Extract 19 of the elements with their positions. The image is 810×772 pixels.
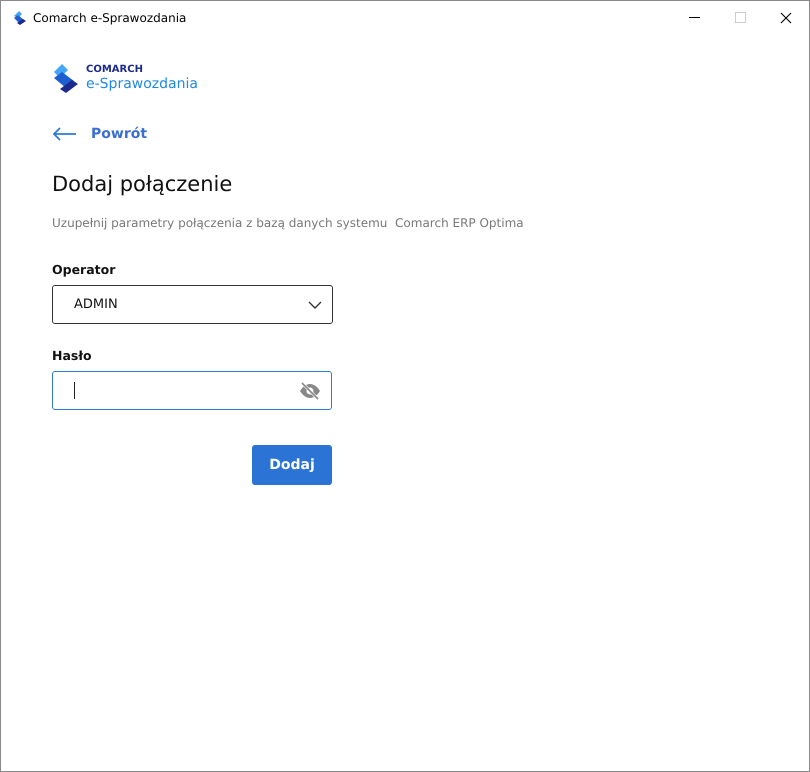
close-icon[interactable] <box>780 12 792 24</box>
dropdown-value: ADMIN <box>74 297 119 312</box>
password-field[interactable] <box>52 371 332 410</box>
chevron-down-icon <box>308 300 322 308</box>
field-label: Operator <box>52 262 116 277</box>
description: Uzupełnij parametry połączenia z bazą danych systemu Comarch ERP Optima <box>52 216 525 230</box>
operator-dropdown[interactable]: ADMIN <box>52 285 333 324</box>
app-logo-icon <box>13 10 26 24</box>
back-link[interactable]: Powrót <box>91 126 148 142</box>
add-button[interactable]: Dodaj <box>252 445 332 485</box>
logo-icon <box>52 62 80 94</box>
back-arrow-icon[interactable] <box>52 127 77 141</box>
eye-slash-icon[interactable] <box>299 382 321 400</box>
minimize-icon[interactable] <box>688 17 700 18</box>
logo-brand: COMARCH <box>86 64 144 76</box>
logo-product: e-Sprawozdania <box>86 76 198 92</box>
page-heading: Dodaj połączenie <box>52 172 234 196</box>
field-label: Hasło <box>52 348 93 363</box>
window-title: Comarch e-Sprawozdania <box>33 10 188 24</box>
